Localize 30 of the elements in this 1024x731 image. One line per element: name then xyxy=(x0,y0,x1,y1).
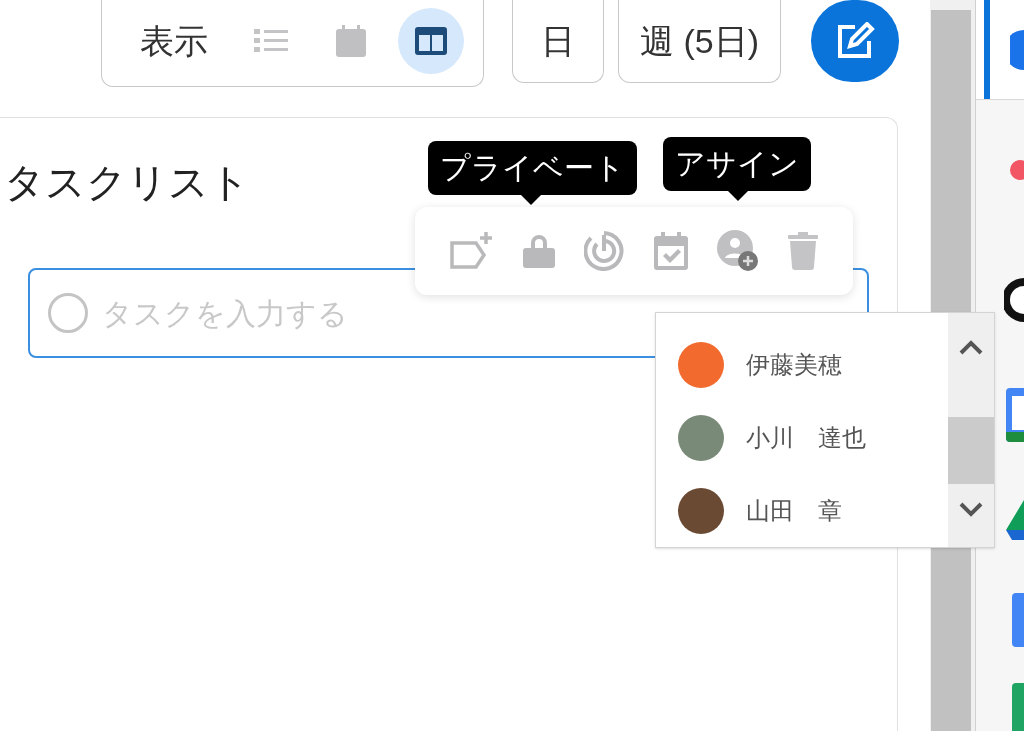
app-icon xyxy=(1012,593,1024,647)
tooltip-arrow xyxy=(728,191,748,201)
columns-icon xyxy=(415,27,447,55)
calendar-check-icon[interactable] xyxy=(653,232,688,270)
app-icon xyxy=(1010,29,1024,70)
tooltip: アサイン xyxy=(663,137,811,191)
assignee-name: 小川 達也 xyxy=(746,422,866,453)
range-button[interactable]: 日 xyxy=(512,0,604,83)
list-icon xyxy=(254,28,288,54)
range-button[interactable]: 週 (5日) xyxy=(618,0,781,83)
scrollbar-thumb[interactable] xyxy=(948,417,994,484)
tooltip-arrow xyxy=(521,195,541,205)
lock-icon[interactable] xyxy=(523,234,555,268)
app-icon xyxy=(1012,683,1024,731)
panel-title: タスクリスト xyxy=(4,159,250,206)
assignee-option[interactable]: 山田 章 xyxy=(678,474,948,547)
tag-plus-icon[interactable] xyxy=(449,232,494,270)
person-plus-icon[interactable] xyxy=(716,230,759,272)
edit-icon xyxy=(835,22,875,60)
trash-icon[interactable] xyxy=(788,232,819,270)
scroll-up-icon[interactable] xyxy=(959,339,983,355)
app-icon xyxy=(1006,500,1024,540)
view-label: 表示 xyxy=(140,20,208,62)
tooltip: プライベート xyxy=(428,141,637,195)
assignee-name: 山田 章 xyxy=(746,495,842,526)
calendar-icon xyxy=(336,25,366,57)
target-icon[interactable] xyxy=(584,231,625,271)
app-icon xyxy=(1010,160,1024,180)
scroll-down-icon[interactable] xyxy=(959,502,983,518)
assignee-option[interactable]: 小川 達也 xyxy=(678,401,948,474)
